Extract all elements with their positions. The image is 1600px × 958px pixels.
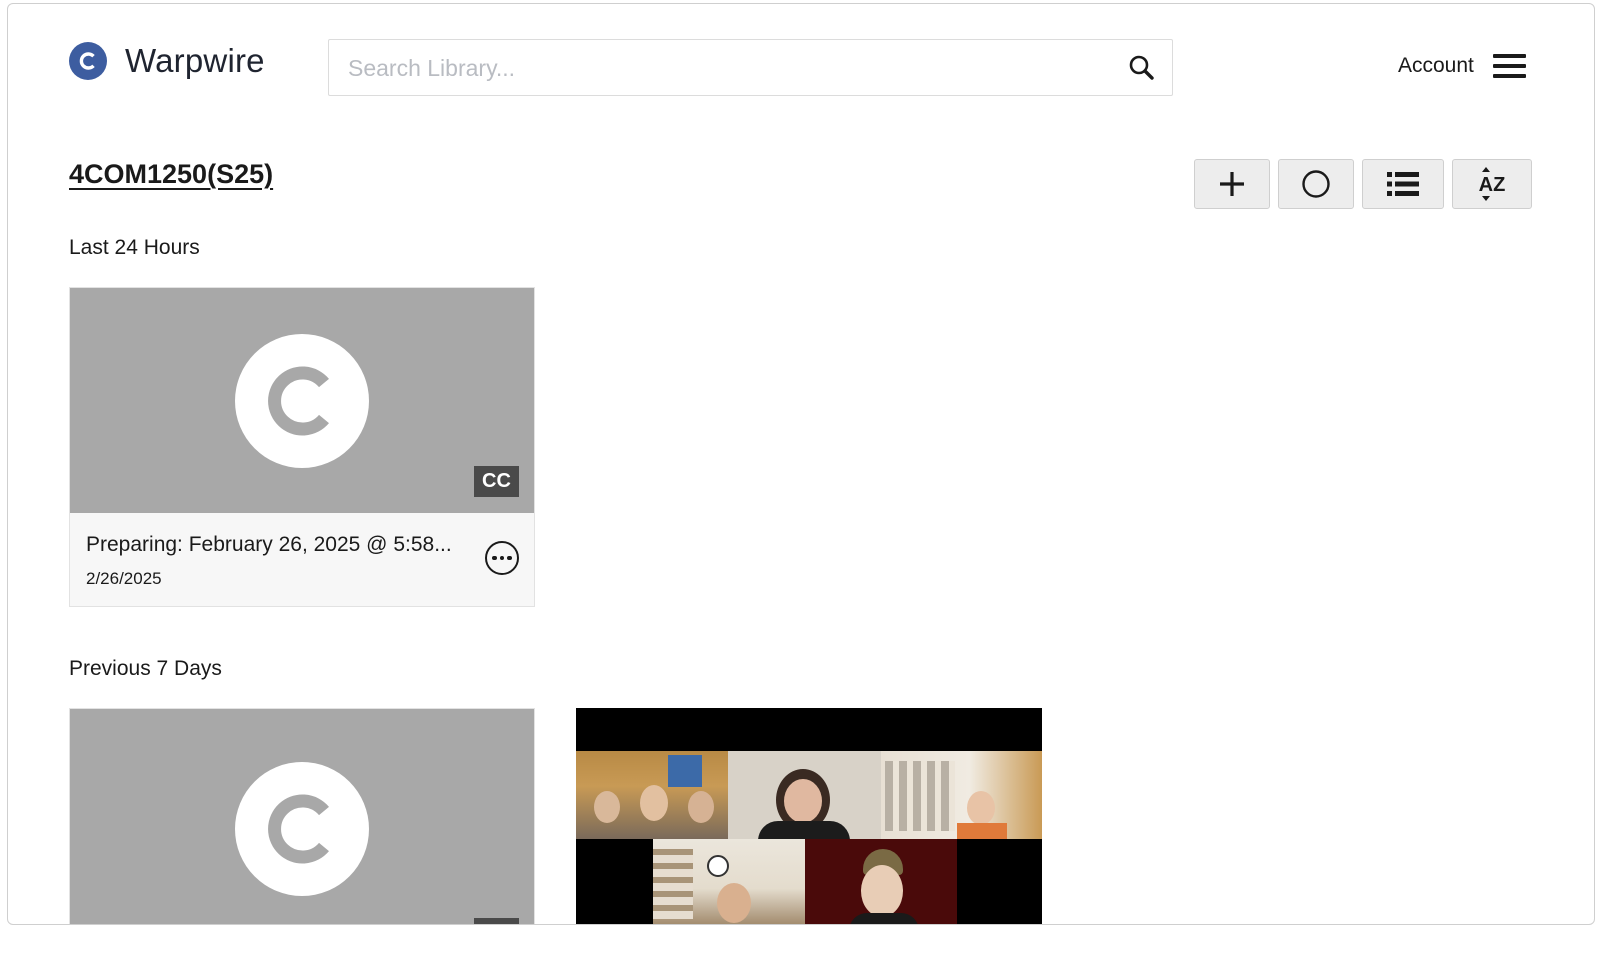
warpwire-logo-icon — [69, 42, 107, 80]
library-toolbar: AZ — [1194, 159, 1532, 209]
media-card[interactable] — [69, 708, 535, 924]
warpwire-placeholder-icon — [235, 333, 369, 468]
media-card[interactable]: CC Preparing: February 26, 2025 @ 5:58..… — [69, 287, 535, 607]
search-icon[interactable] — [1128, 54, 1156, 82]
media-thumbnail[interactable] — [70, 709, 534, 924]
record-button[interactable] — [1278, 159, 1354, 209]
section-label-last-24-hours: Last 24 Hours — [69, 236, 200, 259]
participant-tile — [728, 751, 881, 839]
plus-icon — [1220, 172, 1244, 196]
media-thumbnail[interactable]: CC — [70, 288, 534, 513]
participant-tile — [576, 751, 728, 839]
participant-tile — [653, 839, 805, 924]
warpwire-placeholder-icon — [235, 761, 369, 896]
sort-button[interactable]: AZ — [1452, 159, 1532, 209]
section-label-previous-7-days: Previous 7 Days — [69, 657, 222, 680]
participant-tile — [805, 839, 957, 924]
page-title[interactable]: 4COM1250(S25) — [69, 159, 273, 190]
hamburger-menu-icon[interactable] — [1492, 54, 1526, 78]
sort-az-icon: AZ — [1479, 167, 1506, 201]
top-header: Warpwire Account — [8, 4, 1594, 124]
circle-icon — [1302, 170, 1330, 198]
list-view-button[interactable] — [1362, 159, 1444, 209]
closed-captions-badge — [474, 918, 519, 924]
media-title[interactable]: Preparing: February 26, 2025 @ 5:58... — [86, 533, 466, 557]
video-call-thumbnail[interactable] — [576, 708, 1042, 924]
brand-name: Warpwire — [125, 42, 265, 79]
closed-captions-badge: CC — [474, 466, 519, 497]
add-media-button[interactable] — [1194, 159, 1270, 209]
sort-label: AZ — [1479, 174, 1506, 196]
account-label: Account — [1398, 54, 1474, 77]
media-date: 2/26/2025 — [86, 569, 162, 588]
more-options-icon[interactable] — [485, 541, 519, 575]
account-menu[interactable]: Account — [1398, 54, 1526, 78]
list-icon — [1387, 172, 1419, 196]
media-card-info: Preparing: February 26, 2025 @ 5:58... 2… — [70, 513, 534, 606]
brand-logo[interactable]: Warpwire — [69, 42, 265, 80]
app-window: Warpwire Account 4COM1250(S25) — [7, 3, 1595, 925]
search-bar — [328, 39, 1173, 97]
participant-tile — [881, 751, 1042, 839]
search-input[interactable] — [329, 40, 1110, 97]
